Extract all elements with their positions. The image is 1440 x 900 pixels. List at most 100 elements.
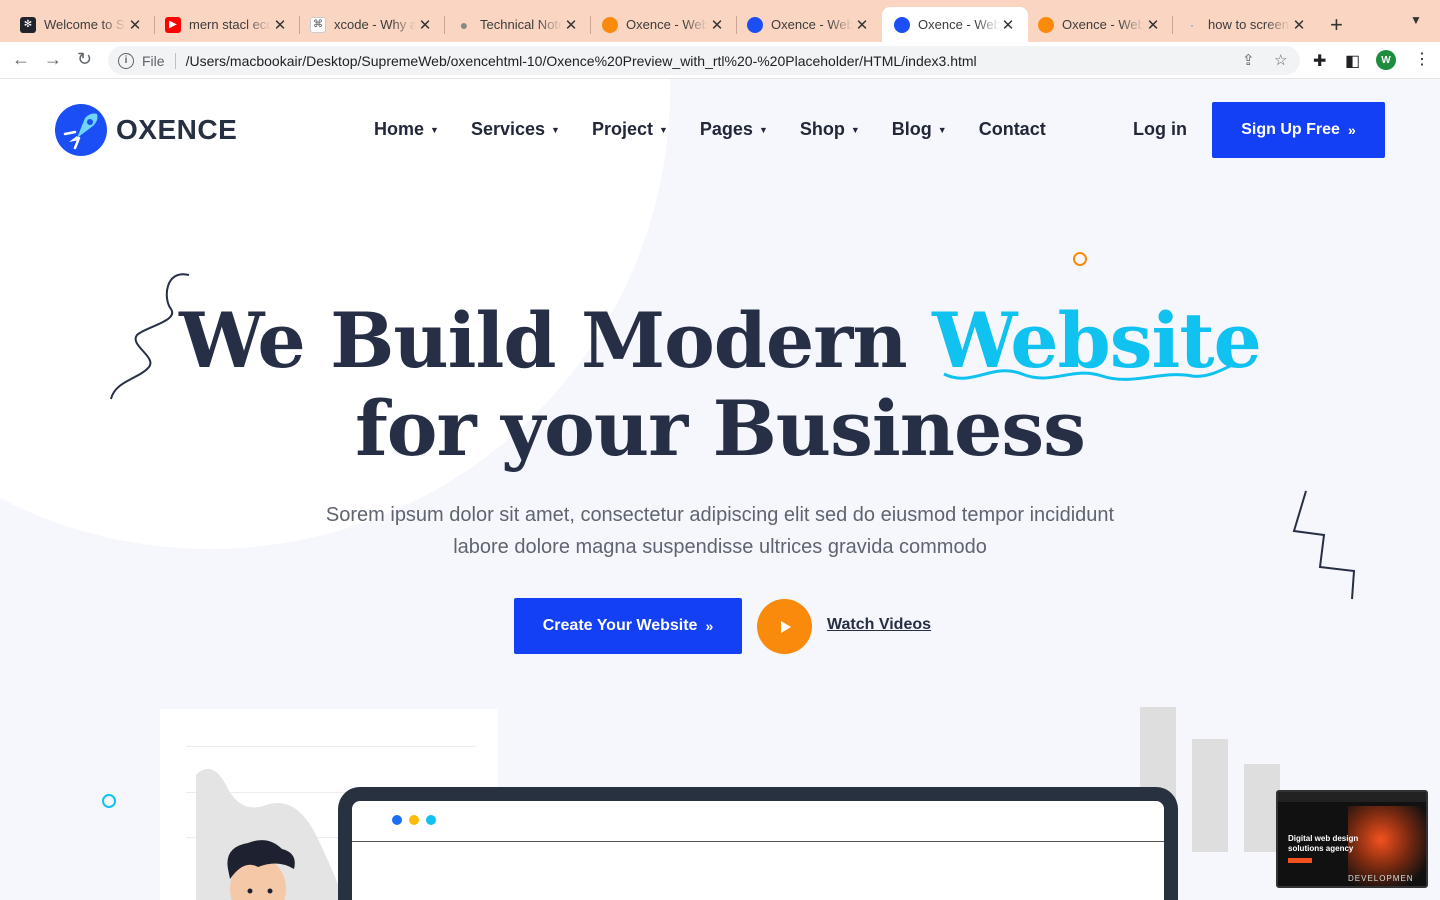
pip-button [1288, 858, 1312, 863]
chevron-down-icon: ▼ [937, 124, 947, 135]
close-icon[interactable]: ✕ [272, 16, 288, 34]
play-icon [780, 620, 791, 633]
nav-item-contact[interactable]: Contact [979, 119, 1046, 140]
nav-label: Contact [978, 119, 1046, 139]
main-nav: Home ▼ Services ▼ Project ▼ Pages ▼ Shop ▼ Bl… [374, 119, 1078, 140]
close-icon[interactable]: ✕ [563, 16, 579, 34]
subtext-line2: labore dolore magna suspendisse ultrices… [453, 536, 987, 558]
nav-item-home[interactable]: Home ▼ [374, 119, 439, 140]
browser-tab[interactable]: · how to screen ✕ [1164, 7, 1319, 42]
picture-in-picture-video[interactable]: Digital web design solutions agency DEVE… [1276, 790, 1428, 888]
hero-headline: We Build Modern Website for your Busines… [0, 297, 1440, 473]
nav-label: Services [470, 119, 546, 139]
google-icon: · [1190, 17, 1194, 32]
nav-label: Blog [891, 119, 932, 139]
close-icon[interactable]: ✕ [1291, 16, 1307, 34]
nav-item-project[interactable]: Project ▼ [592, 119, 668, 140]
browser-tab[interactable]: Oxence - Web ✕ [582, 7, 737, 42]
close-icon[interactable]: ✕ [417, 16, 433, 34]
profile-avatar[interactable]: W [1376, 50, 1396, 70]
signup-button[interactable]: Sign Up Free » [1212, 102, 1385, 158]
pip-brand: DEVELOPMEN [1348, 874, 1414, 883]
browser-tab-bar: ✻ Welcome to Su ✕ ▶ mern stacl eco ✕ ⌘ x… [0, 0, 1440, 42]
bookmark-star-icon[interactable]: ☆ [1274, 51, 1287, 69]
close-icon[interactable]: ✕ [127, 16, 143, 34]
info-icon[interactable]: i [118, 52, 134, 69]
headline-line2: for your Business [355, 384, 1086, 473]
site-logo[interactable]: OXENCE [55, 104, 237, 156]
chevron-down-icon: ▼ [551, 124, 560, 135]
nav-item-blog[interactable]: Blog ▼ [892, 119, 947, 140]
watch-videos-link[interactable]: Watch Videos [827, 616, 931, 634]
browser-tab-active[interactable]: Oxence - Web ✕ [882, 7, 1028, 42]
tab-title: Oxence - Web [918, 17, 1000, 32]
close-icon[interactable]: ✕ [1000, 16, 1016, 34]
chevron-down-icon: ▼ [850, 124, 860, 135]
forward-icon[interactable]: → [44, 49, 62, 70]
wave-underline-decoration [943, 364, 1231, 381]
browser-tab[interactable]: Oxence - Web ✕ [1018, 7, 1173, 42]
headline-accent: Website [932, 296, 1262, 385]
nav-item-shop[interactable]: Shop ▼ [800, 119, 860, 140]
tab-title: xcode - Why a [334, 17, 416, 32]
browser-tab[interactable]: Oxence - Web ✕ [727, 7, 882, 42]
youtube-icon: ▶ [165, 16, 181, 33]
menu-kebab-icon[interactable]: ⋮ [1414, 49, 1430, 69]
login-link[interactable]: Log in [1133, 119, 1187, 140]
reload-icon[interactable]: ↻ [77, 49, 92, 70]
tab-title: mern stacl eco [189, 17, 271, 32]
share-icon[interactable]: ⇪ [1242, 51, 1255, 69]
tab-title: Technical Note [480, 17, 562, 32]
person-illustration [227, 840, 295, 900]
signup-label: Sign Up Free [1241, 121, 1340, 138]
apple-icon: ● [459, 16, 469, 33]
address-bar[interactable]: i File /Users/macbookair/Desktop/Supreme… [108, 46, 1300, 75]
window-dots [392, 815, 443, 825]
tab-search-chevron-icon[interactable]: ▼ [1410, 13, 1422, 27]
tab-title: Oxence - Web [626, 17, 708, 32]
back-icon[interactable]: ← [12, 49, 30, 70]
oxence-blue-icon [747, 16, 763, 33]
cta-label: Create Your Website [542, 617, 698, 634]
rocket-icon [55, 104, 107, 156]
browser-tab[interactable]: ● Technical Note ✕ [436, 7, 591, 42]
close-icon[interactable]: ✕ [709, 16, 725, 34]
extensions-puzzle-icon[interactable]: ✚ [1313, 51, 1326, 71]
react-icon: ✻ [20, 16, 36, 33]
hero-subtext: Sorem ipsum dolor sit amet, consectetur … [300, 499, 1140, 563]
chevron-down-icon: ▼ [758, 124, 768, 135]
divider [174, 52, 176, 69]
close-icon[interactable]: ✕ [1145, 16, 1161, 34]
tab-title: Oxence - Web [1062, 17, 1144, 32]
nav-item-pages[interactable]: Pages ▼ [700, 119, 768, 140]
create-website-button[interactable]: Create Your Website » [514, 598, 742, 654]
oxence-blue-icon [894, 16, 910, 33]
tab-title: how to screen [1208, 17, 1289, 32]
double-chevron-right-icon: » [705, 618, 714, 634]
oxence-orange-icon [602, 16, 618, 33]
subtext-line1: Sorem ipsum dolor sit amet, consectetur … [325, 504, 1115, 526]
side-panel-icon[interactable]: ◧ [1345, 51, 1360, 71]
url-text[interactable]: /Users/macbookair/Desktop/SupremeWeb/oxe… [186, 53, 977, 69]
cyan-ring-decoration [102, 794, 116, 808]
pip-title: Digital web design solutions agency [1288, 834, 1359, 853]
chevron-down-icon: ▼ [658, 124, 668, 135]
browser-tab[interactable]: ⌘ xcode - Why a ✕ [290, 7, 445, 42]
page-viewport: OXENCE Home ▼ Services ▼ Project ▼ Pages ▼ S… [0, 79, 1440, 900]
orange-ring-decoration [1073, 252, 1087, 266]
tab-title: Welcome to Su [44, 17, 126, 32]
url-scheme: File [142, 52, 165, 69]
zigzag-decoration [1292, 490, 1356, 600]
new-tab-icon[interactable]: + [1330, 12, 1343, 38]
nav-item-services[interactable]: Services ▼ [471, 119, 560, 140]
close-icon[interactable]: ✕ [854, 16, 870, 34]
headline-line1: We Build Modern [179, 296, 907, 385]
browser-tab[interactable]: ▶ mern stacl eco ✕ [145, 7, 300, 42]
browser-tab[interactable]: ✻ Welcome to Su ✕ [0, 7, 155, 42]
browser-toolbar: ← → ↻ i File /Users/macbookair/Desktop/S… [0, 42, 1440, 79]
logo-text: OXENCE [116, 114, 238, 145]
play-video-button[interactable] [757, 599, 812, 654]
nav-label: Shop [799, 119, 845, 139]
command-icon: ⌘ [310, 16, 326, 33]
chevron-down-icon: ▼ [430, 124, 439, 135]
